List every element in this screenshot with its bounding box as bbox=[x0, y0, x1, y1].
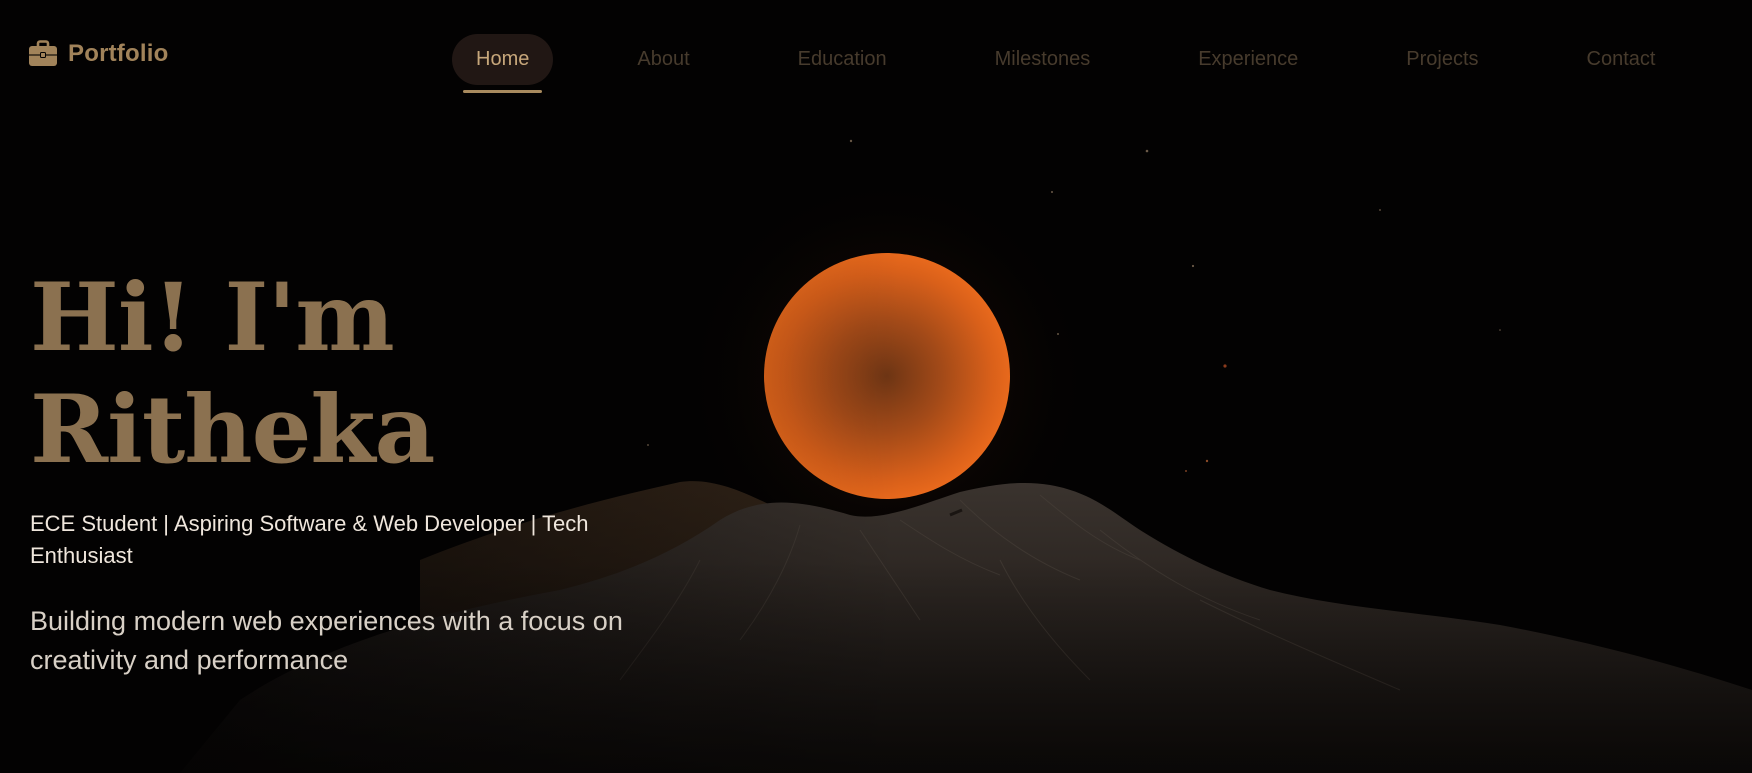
hero-role: ECE Student | Aspiring Software & Web De… bbox=[30, 511, 589, 568]
nav-item-milestones[interactable]: Milestones bbox=[971, 34, 1115, 85]
nav-item-label: Contact bbox=[1586, 47, 1656, 70]
nav-item-label: Education bbox=[797, 47, 887, 70]
hero-name: Ritheka bbox=[30, 375, 435, 485]
hero-greeting: Hi! I'm bbox=[30, 263, 395, 373]
briefcase-icon bbox=[29, 40, 57, 66]
nav-item-home[interactable]: Home bbox=[452, 33, 554, 93]
active-underline bbox=[463, 89, 543, 93]
nav-item-label: Experience bbox=[1198, 47, 1299, 70]
portfolio-page: Portfolio Home About Education Milestone… bbox=[0, 0, 1752, 773]
nav-item-label: Milestones bbox=[994, 47, 1091, 70]
nav-item-label: About bbox=[637, 47, 690, 70]
hero-description: Building modern web experiences with a f… bbox=[30, 606, 623, 675]
hero-title: Hi! I'm Ritheka bbox=[30, 262, 670, 486]
hero-section: Hi! I'm Ritheka ECE Student | Aspiring S… bbox=[30, 262, 670, 680]
nav-item-experience[interactable]: Experience bbox=[1174, 34, 1322, 85]
nav-links: Home About Education Milestones Experien… bbox=[452, 31, 1680, 93]
nav-item-about[interactable]: About bbox=[613, 34, 713, 85]
brand-logo[interactable]: Portfolio bbox=[28, 40, 168, 68]
top-navigation: Portfolio Home About Education Milestone… bbox=[0, 0, 1752, 110]
brand-label: Portfolio bbox=[68, 40, 169, 67]
nav-item-education[interactable]: Education bbox=[774, 34, 911, 85]
nav-item-label: Home bbox=[476, 47, 530, 70]
nav-item-contact[interactable]: Contact bbox=[1563, 34, 1680, 85]
nav-item-projects[interactable]: Projects bbox=[1382, 34, 1502, 85]
nav-item-label: Projects bbox=[1406, 47, 1479, 70]
